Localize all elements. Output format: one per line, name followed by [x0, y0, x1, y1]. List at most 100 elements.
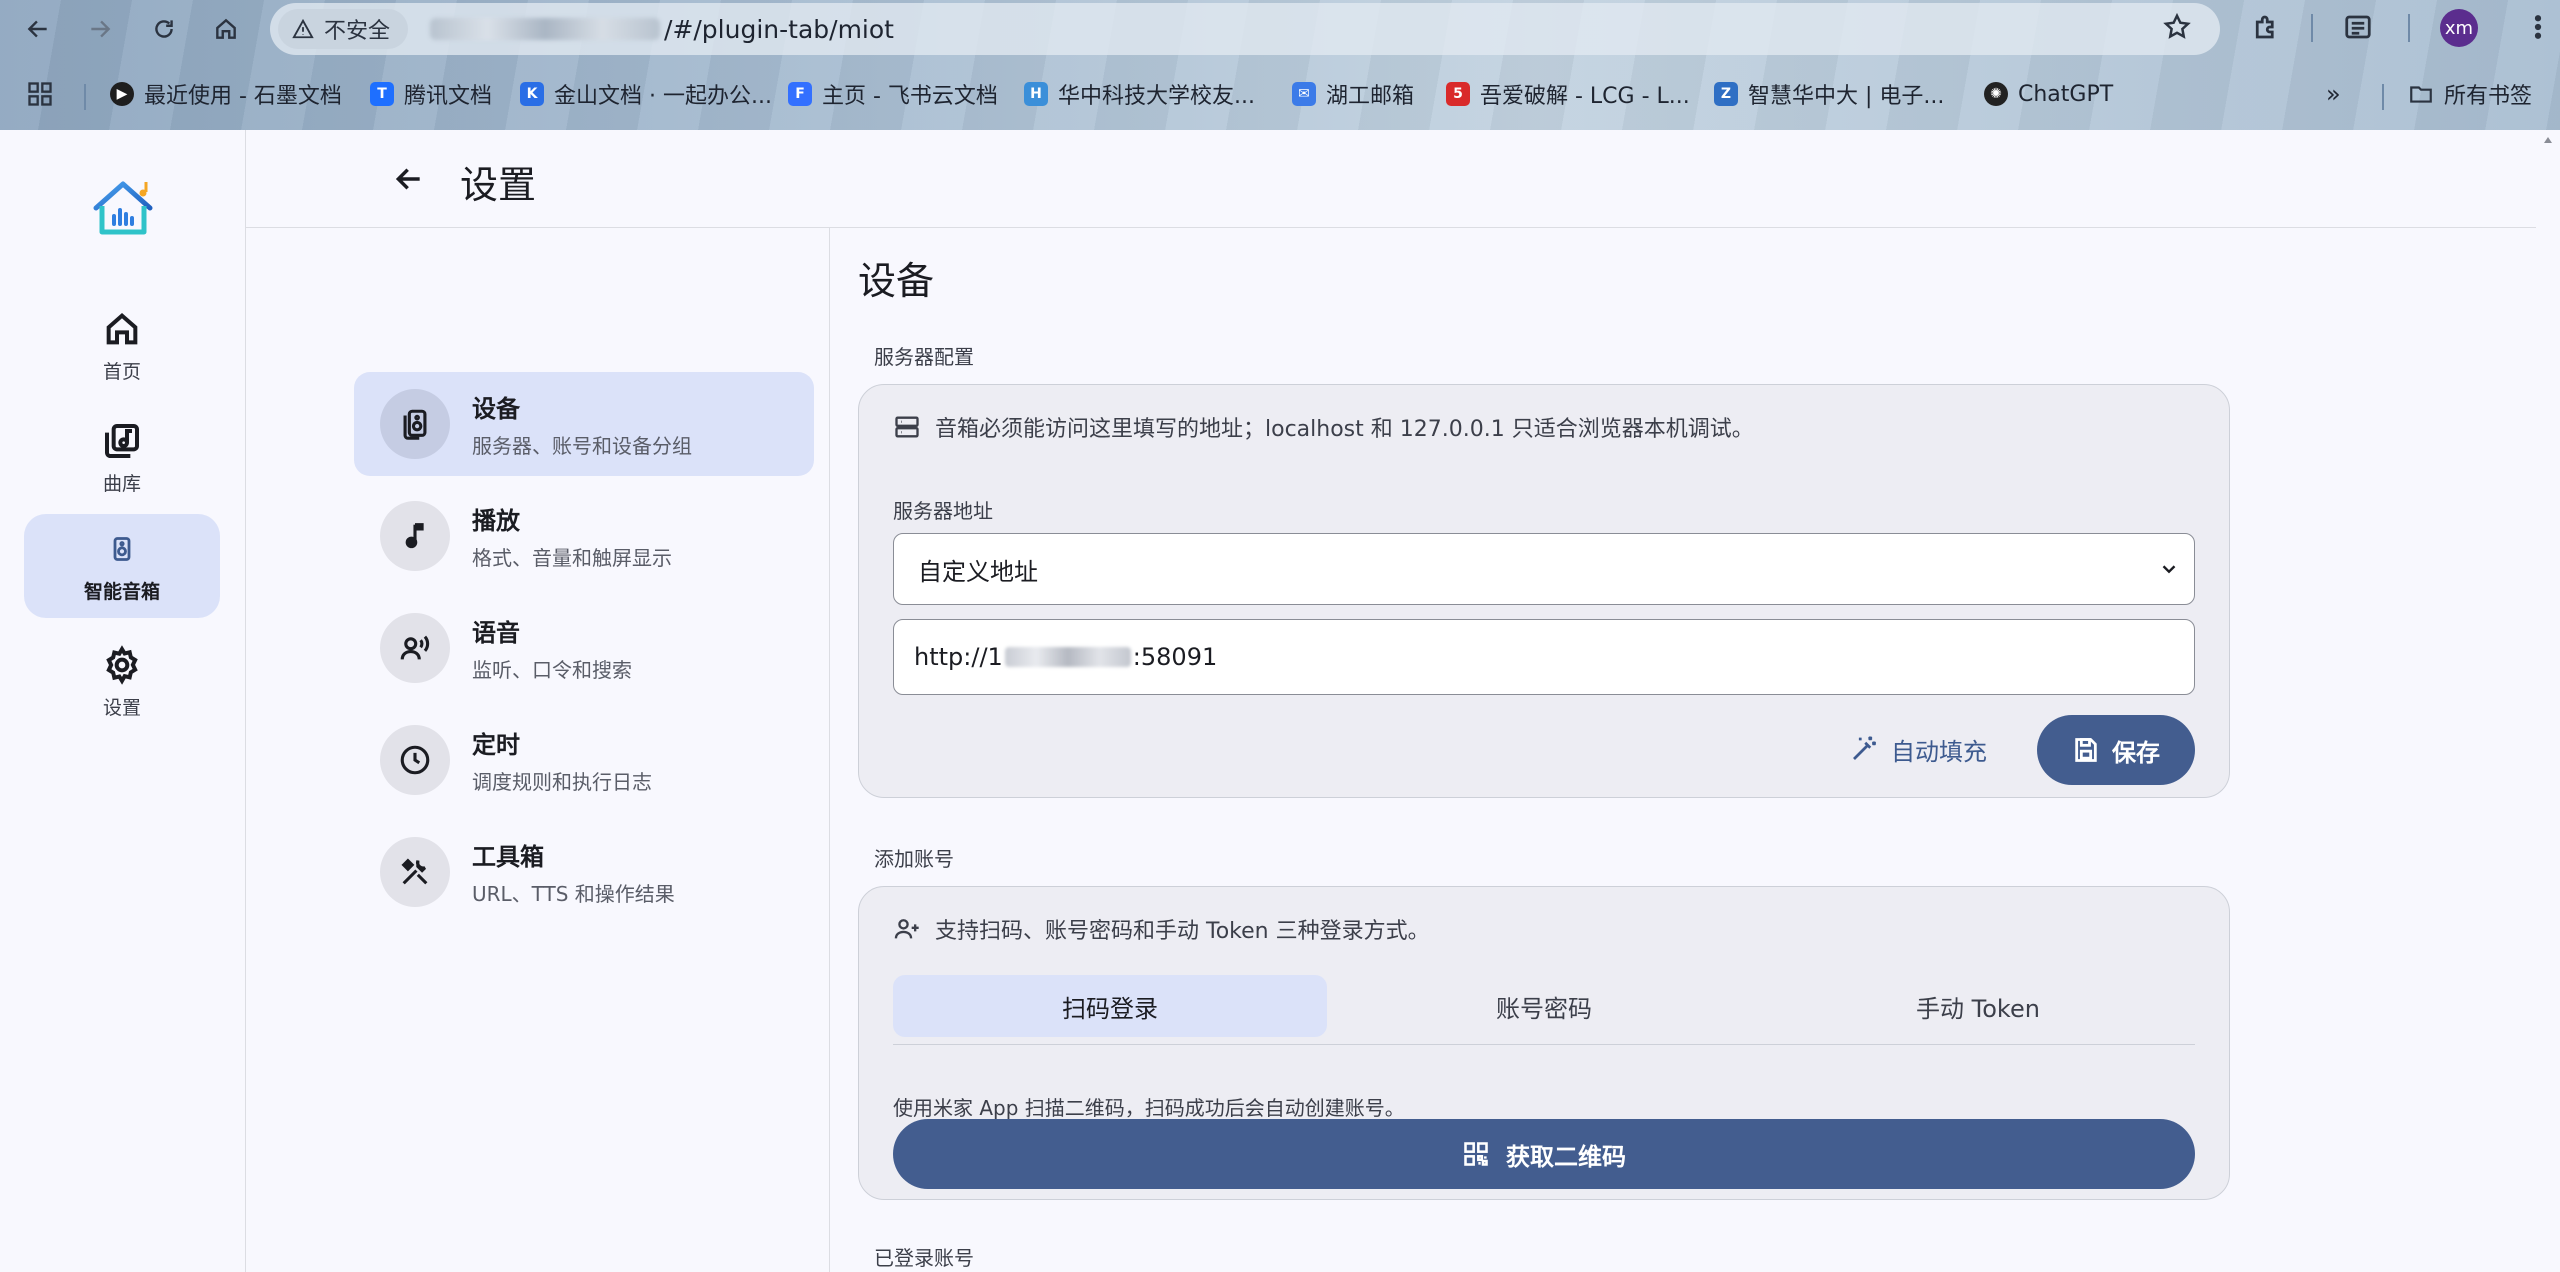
reading-list-icon	[2345, 15, 2371, 39]
music-note-icon	[405, 523, 424, 549]
browser-menu-button[interactable]	[2520, 9, 2556, 45]
back-nav-button[interactable]	[16, 7, 60, 51]
nav-icon-circle	[380, 389, 450, 459]
scroll-up-arrow[interactable]	[2542, 134, 2556, 148]
voice-icon	[400, 635, 430, 660]
server-config-card: 音箱必须能访问这里填写的地址；localhost 和 127.0.0.1 只适合…	[858, 384, 2230, 798]
home-nav-button[interactable]	[204, 7, 248, 51]
login-tabs: 扫码登录 账号密码 手动 Token	[893, 975, 2195, 1045]
reload-icon	[155, 20, 173, 38]
nav-icon-circle	[380, 837, 450, 907]
server-hint: 音箱必须能访问这里填写的地址；localhost 和 127.0.0.1 只适合…	[893, 411, 1754, 443]
rail-item-settings[interactable]: 设置	[24, 630, 220, 734]
bookmark-label: 腾讯文档	[404, 84, 493, 109]
redacted-host	[430, 18, 661, 40]
profile-avatar[interactable]: xm	[2440, 9, 2478, 47]
nav-item-title: 语音	[472, 619, 520, 647]
extensions-button[interactable]	[2248, 9, 2284, 45]
rail-item-smart-speaker[interactable]: 智能音箱	[24, 514, 220, 618]
reading-list-button[interactable]	[2340, 9, 2376, 45]
tab-password-login[interactable]: 账号密码	[1327, 975, 1761, 1037]
settings-nav-schedule[interactable]: 定时 调度规则和执行日志	[354, 708, 814, 812]
hust-smart-icon: Z	[1714, 82, 1738, 106]
bookmark-item[interactable]: K 金山文档 · 一起办公...	[520, 78, 772, 110]
apps-button[interactable]	[26, 78, 54, 110]
bookmark-item[interactable]: ✉ 湖工邮箱	[1292, 78, 1414, 110]
settings-nav-voice[interactable]: 语音 监听、口令和搜索	[354, 596, 814, 700]
bookmark-item[interactable]: T 腾讯文档	[370, 78, 492, 110]
tools-icon	[401, 858, 428, 885]
qr-button-label: 获取二维码	[1506, 1142, 1626, 1171]
settings-nav-devices[interactable]: 设备 服务器、账号和设备分组	[354, 372, 814, 476]
page-title: 设置	[460, 163, 537, 207]
back-button[interactable]	[386, 156, 432, 202]
nav-item-subtitle: 服务器、账号和设备分组	[472, 434, 692, 458]
bookmark-label: 吾爱破解 - LCG - L...	[1480, 84, 1690, 109]
bookmark-item[interactable]: ▶ 最近使用 - 石墨文档	[110, 78, 342, 110]
server-url-port: :58091	[1132, 643, 1218, 671]
more-bookmarks-button[interactable]: »	[2326, 78, 2341, 110]
bookmarks-bar: ▶ 最近使用 - 石墨文档 T 腾讯文档 K 金山文档 · 一起办公... F …	[0, 72, 2560, 116]
reload-button[interactable]	[142, 7, 186, 51]
star-icon	[2163, 12, 2191, 39]
save-button[interactable]: 保存	[2037, 715, 2195, 785]
bookmark-item[interactable]: F 主页 - 飞书云文档	[788, 78, 998, 110]
toolbar-divider	[2311, 14, 2313, 42]
bookmark-label: 湖工邮箱	[1326, 84, 1415, 109]
devices-icon	[403, 409, 427, 440]
bookmark-label: 智慧华中大 | 电子...	[1748, 84, 1945, 109]
nav-icon-circle	[380, 501, 450, 571]
get-qr-code-button[interactable]: 获取二维码	[893, 1119, 2195, 1189]
double-chevron-icon: »	[2326, 80, 2341, 108]
security-chip[interactable]: 不安全	[278, 9, 409, 49]
server-hint-text: 音箱必须能访问这里填写的地址；localhost 和 127.0.0.1 只适合…	[935, 417, 1754, 442]
home-icon	[106, 312, 138, 344]
settings-nav: 设备 服务器、账号和设备分组 播放 格式、音量和触屏显示 语音 监听、口令和搜索	[246, 228, 830, 1272]
rail-item-home[interactable]: 首页	[24, 294, 220, 398]
server-url-prefix: http://1	[914, 643, 1003, 671]
hust-icon: H	[1024, 82, 1048, 106]
rail-item-library[interactable]: 曲库	[24, 406, 220, 510]
page-header: 设置	[246, 130, 2536, 228]
bookmarks-divider	[84, 84, 86, 110]
caret-up-icon	[2544, 137, 2552, 143]
server-address-select[interactable]: 自定义地址	[893, 533, 2195, 605]
folder-icon	[2410, 86, 2432, 103]
apps-grid-icon	[28, 82, 52, 106]
forward-nav-button[interactable]	[78, 7, 122, 51]
account-group-label: 添加账号	[874, 847, 954, 871]
bookmark-star-button[interactable]	[2162, 12, 2196, 46]
arrow-right-icon	[91, 20, 111, 38]
bookmark-item[interactable]: H 华中科技大学校友...	[1024, 78, 1255, 110]
rail-item-label: 曲库	[102, 472, 141, 495]
rail-item-label: 首页	[102, 360, 141, 383]
bookmark-label: ChatGPT	[2018, 81, 2114, 107]
settings-nav-toolbox[interactable]: 工具箱 URL、TTS 和操作结果	[354, 820, 814, 924]
rail-item-label: 智能音箱	[83, 580, 160, 603]
nav-item-title: 播放	[472, 507, 520, 535]
address-bar[interactable]: 不安全 /#/plugin-tab/miot	[270, 3, 2220, 55]
server-url-input[interactable]: http://1 :58091	[893, 619, 2195, 695]
settings-nav-playback[interactable]: 播放 格式、音量和触屏显示	[354, 484, 814, 588]
tab-manual-token[interactable]: 手动 Token	[1761, 975, 2195, 1037]
bookmark-item[interactable]: ✺ ChatGPT	[1984, 78, 2113, 110]
bookmark-label: 金山文档 · 一起办公...	[554, 84, 772, 109]
shimo-icon: ▶	[110, 82, 134, 106]
add-user-icon	[894, 919, 919, 939]
bookmarks-divider	[2382, 84, 2384, 110]
arrow-left-icon	[27, 20, 47, 38]
all-bookmarks-button[interactable]: 所有书签	[2408, 78, 2532, 110]
arrow-left-icon	[395, 168, 420, 190]
bookmark-item[interactable]: 5 吾爱破解 - LCG - L...	[1446, 78, 1690, 110]
speaker-icon	[113, 536, 131, 561]
nav-item-subtitle: 调度规则和执行日志	[472, 770, 652, 794]
bookmark-item[interactable]: Z 智慧华中大 | 电子...	[1714, 78, 1944, 110]
bookmark-label: 最近使用 - 石墨文档	[144, 84, 342, 109]
autofill-button[interactable]: 自动填充	[1849, 721, 1987, 777]
url-text: /#/plugin-tab/miot	[430, 15, 894, 44]
save-icon	[2075, 738, 2097, 762]
save-label: 保存	[2112, 738, 2160, 767]
warning-icon	[292, 18, 314, 39]
active-indicator	[102, 529, 142, 569]
tab-qr-login[interactable]: 扫码登录	[893, 975, 1327, 1037]
